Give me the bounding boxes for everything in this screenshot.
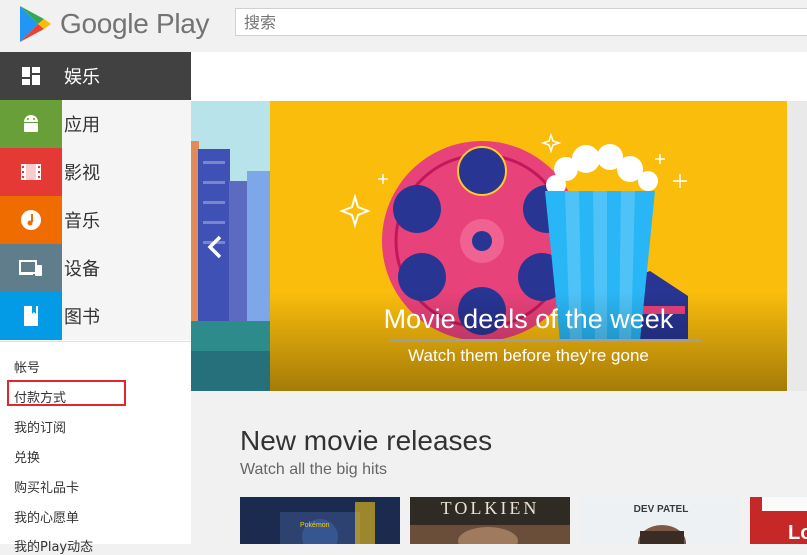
tolkien-title-text: TOLKIEN — [441, 498, 540, 518]
partial-poster: Lo — [750, 497, 807, 544]
devices-icon — [0, 244, 62, 292]
top-bar: Google Play — [0, 0, 807, 52]
my-subscriptions-link[interactable]: 我的订阅 — [14, 417, 66, 436]
google-play-logo[interactable]: Google Play — [18, 4, 210, 44]
entertainment-grid-icon — [0, 52, 62, 100]
main-content: Movie deals of the week Watch them befor… — [191, 52, 807, 544]
section-title: New movie releases — [240, 425, 493, 456]
sidebar-item-music[interactable]: 音乐 — [0, 196, 191, 244]
banner-title: Movie deals of the week — [383, 304, 674, 334]
search-input[interactable] — [235, 8, 807, 36]
previous-slide[interactable] — [191, 101, 270, 391]
music-note-icon — [0, 196, 62, 244]
chevron-left-icon[interactable] — [205, 234, 225, 260]
pokemon-detective-pikachu-poster: Pokémon — [240, 497, 400, 544]
promo-carousel: Movie deals of the week Watch them befor… — [191, 101, 807, 391]
redeem-link[interactable]: 兑换 — [14, 447, 40, 466]
banner-slide-movie-deals[interactable]: Movie deals of the week Watch them befor… — [270, 101, 787, 391]
movie-card-partial[interactable]: Lo — [750, 497, 807, 544]
banner-title-underline — [389, 339, 701, 342]
android-icon — [0, 100, 62, 148]
dev-patel-poster: DEV PATEL — [580, 497, 740, 544]
sidebar-item-label: 影视 — [64, 163, 100, 184]
film-icon — [0, 148, 62, 196]
sidebar-item-entertainment[interactable]: 娱乐 — [0, 52, 191, 100]
tolkien-poster: TOLKIEN — [410, 497, 570, 544]
play-store-icon — [20, 6, 51, 42]
sidebar-item-label: 娱乐 — [64, 67, 100, 88]
partial-poster-text: Lo — [788, 522, 807, 544]
sidebar-item-books[interactable]: 图书 — [0, 292, 191, 340]
dev-patel-text: DEV PATEL — [634, 504, 689, 515]
account-link[interactable]: 帐号 — [14, 357, 40, 376]
sidebar-item-label: 设备 — [64, 259, 100, 280]
banner-top-strip — [191, 52, 807, 101]
logo-text: Google Play — [60, 8, 210, 39]
sidebar: 娱乐 应用 影视 音乐 设备 图书 帐号 付款方式 我的订阅 兑换 购买礼品卡 … — [0, 52, 191, 555]
sidebar-divider — [0, 341, 191, 342]
movie-card-pokemon[interactable]: Pokémon — [240, 497, 400, 544]
book-icon — [0, 292, 62, 340]
movie-card-dev-patel[interactable]: DEV PATEL — [580, 497, 740, 544]
my-wishlist-link[interactable]: 我的心愿单 — [14, 507, 79, 526]
next-slide[interactable] — [787, 101, 807, 391]
sidebar-item-label: 音乐 — [64, 211, 100, 232]
movie-card-tolkien[interactable]: TOLKIEN — [410, 497, 570, 544]
highlight-box — [7, 380, 126, 406]
section-subtitle: Watch all the big hits — [240, 461, 388, 478]
pokemon-logo-text: Pokémon — [300, 522, 330, 529]
sidebar-item-apps[interactable]: 应用 — [0, 100, 191, 148]
sidebar-item-label: 图书 — [64, 307, 100, 328]
sidebar-item-devices[interactable]: 设备 — [0, 244, 191, 292]
my-play-activity-link[interactable]: 我的Play动态 — [14, 536, 93, 555]
sidebar-item-label: 应用 — [64, 115, 100, 136]
banner-subtitle: Watch them before they're gone — [408, 346, 649, 365]
city-illustration — [191, 101, 270, 391]
buy-gift-card-link[interactable]: 购买礼品卡 — [14, 477, 79, 496]
sidebar-item-movies[interactable]: 影视 — [0, 148, 191, 196]
